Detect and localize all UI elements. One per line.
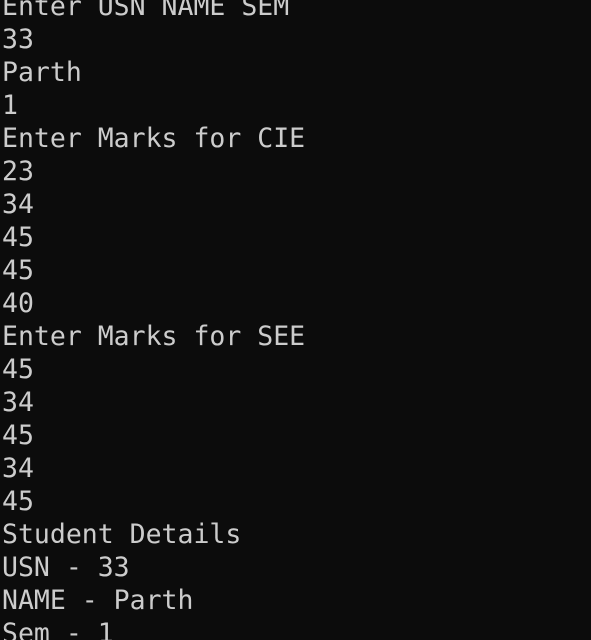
input-name: Parth <box>2 57 82 88</box>
see-mark-1: 45 <box>2 354 34 385</box>
see-mark-4: 34 <box>2 453 34 484</box>
cie-mark-1: 23 <box>2 156 34 187</box>
see-mark-3: 45 <box>2 420 34 451</box>
output-name: NAME - Parth <box>2 585 194 616</box>
input-sem: 1 <box>2 90 18 121</box>
cie-mark-4: 45 <box>2 255 34 286</box>
output-sem: Sem - 1 <box>2 618 114 640</box>
cie-mark-3: 45 <box>2 222 34 253</box>
terminal-output[interactable]: Enter USN NAME SEM 33 Parth 1 Enter Mark… <box>0 0 591 640</box>
student-details-heading: Student Details <box>2 519 242 550</box>
output-usn: USN - 33 <box>2 552 130 583</box>
prompt-enter-usn-name-sem: Enter USN NAME SEM <box>2 0 290 22</box>
cie-mark-2: 34 <box>2 189 34 220</box>
see-mark-5: 45 <box>2 486 34 517</box>
prompt-enter-cie-marks: Enter Marks for CIE <box>2 123 306 154</box>
prompt-enter-see-marks: Enter Marks for SEE <box>2 321 306 352</box>
cie-mark-5: 40 <box>2 288 34 319</box>
see-mark-2: 34 <box>2 387 34 418</box>
input-usn: 33 <box>2 24 34 55</box>
